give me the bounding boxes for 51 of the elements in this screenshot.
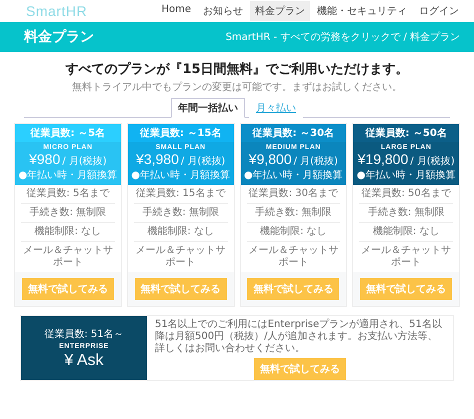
employee-limit: 従業員数: ～5名 bbox=[15, 124, 121, 142]
plan-feature: メール＆チャットサポート bbox=[247, 244, 340, 270]
plan-feature: 手続き数: 無制限 bbox=[134, 204, 228, 223]
logo[interactable]: SmartHR bbox=[26, 3, 88, 19]
headline: すべてのプランが『15日間無料』でご利用いただけます。 bbox=[64, 60, 410, 78]
employee-limit: 従業員数: ～30名 bbox=[240, 124, 346, 142]
nav-link[interactable]: Home bbox=[156, 1, 196, 21]
plan-price: ¥ Ask bbox=[64, 352, 104, 370]
nav-link[interactable]: お知らせ bbox=[198, 1, 248, 21]
plan-price: ¥9,800 bbox=[248, 151, 292, 167]
free-trial-button[interactable]: 無料で試してみる bbox=[247, 278, 340, 300]
plan-feature: 手続き数: 無制限 bbox=[359, 204, 453, 223]
plan-feature: メール＆チャットサポート bbox=[360, 244, 452, 270]
price-unit: / 月(税抜) bbox=[410, 154, 455, 168]
page-title: 料金プラン bbox=[24, 28, 94, 46]
breadcrumb: SmartHR - すべての労務をクリックで / 料金プラン bbox=[226, 30, 460, 44]
plan-feature: メール＆チャットサポート bbox=[134, 244, 227, 270]
enterprise-description: 51名以上でのご利用にはEnterpriseプランが適用され、51名以降は月額500円（税抜）/人が追加されます。お支払い方法等、詳しくはお問い合わせください。 bbox=[155, 319, 443, 355]
plan-feature: 従業員数: 5名まで bbox=[21, 185, 115, 204]
plan-feature: 機能制限: なし bbox=[246, 223, 340, 242]
price-unit: / 月(税抜) bbox=[294, 154, 338, 168]
plan-feature: 従業員数: 15名まで bbox=[134, 185, 228, 204]
nav-link[interactable]: 機能・セキュリティ bbox=[312, 1, 412, 21]
plan-feature: 機能制限: なし bbox=[134, 223, 228, 242]
nav-link[interactable]: 料金プラン bbox=[250, 1, 310, 21]
plan-feature: 従業員数: 50名まで bbox=[359, 185, 453, 204]
subtitle: 無料トライアル中でもプランの変更は可能です。まずはお試しください。 bbox=[71, 80, 403, 94]
plan-feature: 従業員数: 30名まで bbox=[246, 185, 340, 204]
plan-price: ¥19,800 bbox=[358, 151, 408, 167]
free-trial-button[interactable]: 無料で試してみる bbox=[360, 278, 452, 300]
plan-price: ¥3,980 bbox=[136, 151, 179, 167]
price-note: ●年払い時・月額換算 bbox=[131, 168, 230, 182]
price-unit: / 月(税抜) bbox=[180, 154, 226, 168]
plan-feature: 手続き数: 無制限 bbox=[246, 204, 340, 223]
price-note: ●年払い時・月額換算 bbox=[356, 168, 456, 182]
employee-limit: 従業員数: ～50名 bbox=[353, 124, 459, 142]
nav-link[interactable]: ログイン bbox=[414, 1, 464, 21]
billing-tab[interactable]: 年間一括払い bbox=[171, 98, 245, 118]
plan-feature: メール＆チャットサポート bbox=[22, 244, 114, 270]
employee-limit: 従業員数: ～15名 bbox=[128, 124, 234, 142]
free-trial-button[interactable]: 無料で試してみる bbox=[134, 278, 227, 300]
free-trial-button[interactable]: 無料で試してみる bbox=[254, 358, 346, 380]
price-unit: / 月(税抜) bbox=[62, 154, 107, 168]
price-note: ●年払い時・月額換算 bbox=[244, 168, 343, 182]
plan-feature: 機能制限: なし bbox=[21, 223, 115, 242]
plan-feature: 手続き数: 無制限 bbox=[21, 204, 115, 223]
employee-limit: 従業員数: 51名～ bbox=[44, 328, 124, 340]
plan-price: ¥980 bbox=[29, 151, 60, 167]
plan-feature: 機能制限: なし bbox=[359, 223, 453, 242]
price-note: ●年払い時・月額換算 bbox=[18, 168, 118, 182]
free-trial-button[interactable]: 無料で試してみる bbox=[22, 278, 114, 300]
